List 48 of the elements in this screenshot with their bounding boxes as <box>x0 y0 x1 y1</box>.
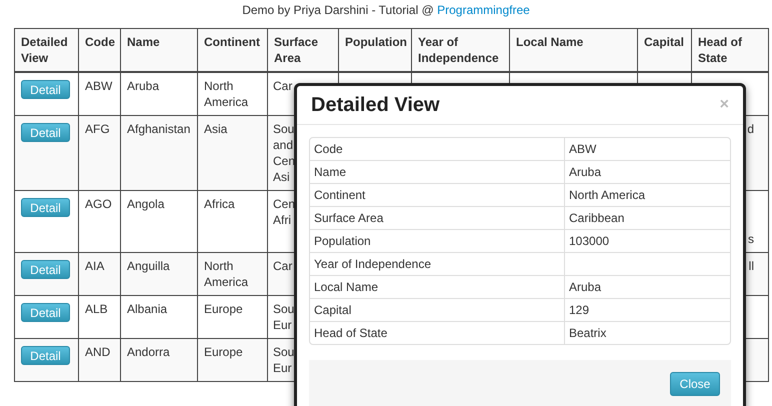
detail-button[interactable]: Detail <box>21 303 70 322</box>
table-cell: AND <box>78 338 120 382</box>
column-header: Surface Area <box>268 28 338 72</box>
table-cell: Anguilla <box>120 252 198 296</box>
field-value: Aruba <box>569 280 602 294</box>
table-cell: Asia <box>198 116 268 190</box>
table-cell: AIA <box>78 252 120 296</box>
table-cell: AFG <box>78 116 120 190</box>
field-value: ABW <box>569 142 596 156</box>
field-value: Caribbean <box>569 211 624 225</box>
credit-line: Demo by Priya Darshini - Tutorial @ Programmingfree <box>241 2 531 19</box>
field-label: Name <box>310 160 565 183</box>
field-label: Population <box>310 229 565 252</box>
column-header: Name <box>120 28 198 72</box>
column-header: Continent <box>198 28 268 72</box>
field-value: 129 <box>569 303 590 317</box>
detail-button[interactable]: Detail <box>21 260 70 279</box>
field-label: Surface Area <box>310 206 565 229</box>
column-header: Year of Independence <box>412 28 510 72</box>
cell-text-fragment: s <box>748 232 754 246</box>
field-value: Aruba <box>569 165 602 179</box>
column-header: Population <box>338 28 412 72</box>
detail-button[interactable]: Detail <box>21 80 70 99</box>
table-cell: Andorra <box>120 338 198 382</box>
column-header: Local Name <box>510 28 638 72</box>
field-label: Continent <box>310 183 565 206</box>
column-header: Detailed View <box>14 28 78 72</box>
field-label: Code <box>310 138 565 160</box>
cell-text-fragment: d <box>747 122 754 136</box>
close-button[interactable]: Close <box>670 372 720 396</box>
field-label: Head of State <box>310 321 565 344</box>
table-cell: Afghanistan <box>120 116 198 190</box>
field-label: Year of Independence <box>310 252 565 275</box>
column-header: Head of State <box>692 28 768 72</box>
field-label: Local Name <box>310 275 565 298</box>
detail-button[interactable]: Detail <box>21 346 70 365</box>
column-header: Code <box>78 28 120 72</box>
table-cell: North America <box>198 252 268 296</box>
credit-link[interactable]: Programmingfree <box>437 3 530 17</box>
column-header: Capital <box>638 28 692 72</box>
detail-button[interactable]: Detail <box>21 198 70 217</box>
detail-button[interactable]: Detail <box>21 123 70 142</box>
field-value: Beatrix <box>569 326 606 340</box>
field-label: Capital <box>310 298 565 321</box>
cell-text-fragment: ll <box>748 259 754 273</box>
field-value: North America <box>569 188 646 202</box>
table-cell: Europe <box>198 338 268 382</box>
field-value: 103000 <box>569 234 610 248</box>
